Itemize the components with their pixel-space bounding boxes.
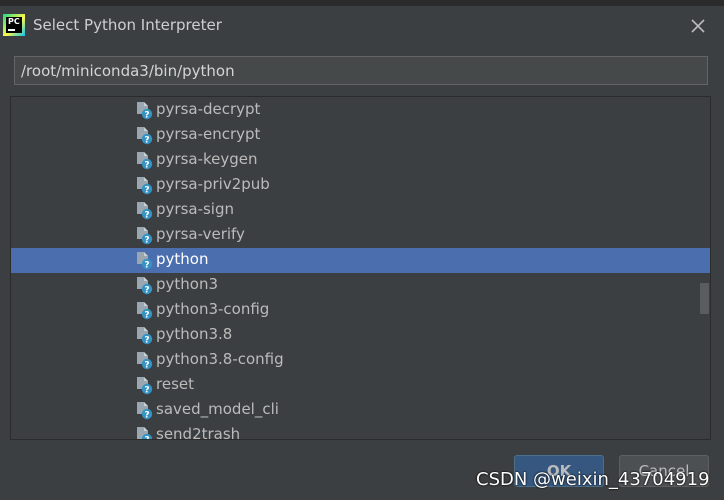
python-file-icon: ? bbox=[135, 401, 153, 421]
tree-item-label: send2trash bbox=[156, 425, 241, 440]
svg-text:?: ? bbox=[144, 336, 149, 346]
tree-item-label: pyrsa-priv2pub bbox=[156, 175, 270, 193]
python-file-icon: ? bbox=[135, 351, 153, 371]
pycharm-logo-icon: PC bbox=[3, 14, 25, 36]
svg-text:?: ? bbox=[144, 161, 149, 171]
tree-item[interactable]: ? python3-config bbox=[11, 298, 710, 323]
python-file-icon: ? bbox=[135, 376, 153, 396]
svg-text:?: ? bbox=[144, 111, 149, 121]
file-tree[interactable]: ? pyrsa-decrypt? pyrsa-encrypt? pyrsa-keyge… bbox=[10, 96, 711, 440]
tree-item[interactable]: ? pyrsa-sign bbox=[11, 198, 710, 223]
tree-item[interactable]: ? python3.8-config bbox=[11, 348, 710, 373]
python-file-icon: ? bbox=[135, 301, 153, 321]
tree-item[interactable]: ? pyrsa-keygen bbox=[11, 148, 710, 173]
tree-item[interactable]: ? reset bbox=[11, 373, 710, 398]
python-file-icon: ? bbox=[135, 176, 153, 196]
svg-text:?: ? bbox=[144, 136, 149, 146]
svg-text:?: ? bbox=[144, 311, 149, 321]
tree-item[interactable]: ? python3 bbox=[11, 273, 710, 298]
svg-text:?: ? bbox=[144, 361, 149, 371]
tree-item-label: pyrsa-encrypt bbox=[156, 125, 261, 143]
svg-text:?: ? bbox=[144, 436, 149, 441]
python-file-icon: ? bbox=[135, 226, 153, 246]
svg-text:?: ? bbox=[144, 211, 149, 221]
svg-text:?: ? bbox=[144, 186, 149, 196]
svg-text:?: ? bbox=[144, 236, 149, 246]
tree-item[interactable]: ? saved_model_cli bbox=[11, 398, 710, 423]
python-file-icon: ? bbox=[135, 426, 153, 441]
tree-item[interactable]: ? pyrsa-encrypt bbox=[11, 123, 710, 148]
path-input[interactable] bbox=[14, 56, 708, 85]
tree-item-label: reset bbox=[156, 375, 194, 393]
tree-item[interactable]: ? pyrsa-verify bbox=[11, 223, 710, 248]
tree-item[interactable]: ? send2trash bbox=[11, 423, 710, 441]
tree-item-label: python3.8-config bbox=[156, 350, 284, 368]
python-file-icon: ? bbox=[135, 101, 153, 121]
tree-item-label: python bbox=[156, 250, 209, 268]
vertical-scrollbar-thumb[interactable] bbox=[700, 283, 709, 314]
tree-item[interactable]: ? python bbox=[11, 248, 710, 273]
tree-item[interactable]: ? pyrsa-decrypt bbox=[11, 98, 710, 123]
dialog-titlebar: PC Select Python Interpreter bbox=[0, 6, 724, 46]
tree-item-label: pyrsa-sign bbox=[156, 200, 234, 218]
python-file-icon: ? bbox=[135, 201, 153, 221]
svg-text:?: ? bbox=[144, 386, 149, 396]
close-icon[interactable] bbox=[688, 16, 708, 36]
tree-item-label: saved_model_cli bbox=[156, 400, 279, 418]
python-file-icon: ? bbox=[135, 276, 153, 296]
python-file-icon: ? bbox=[135, 326, 153, 346]
svg-text:?: ? bbox=[144, 411, 149, 421]
tree-item-label: python3.8 bbox=[156, 325, 233, 343]
tree-item[interactable]: ? python3.8 bbox=[11, 323, 710, 348]
tree-item-label: pyrsa-keygen bbox=[156, 150, 258, 168]
tree-item[interactable]: ? pyrsa-priv2pub bbox=[11, 173, 710, 198]
python-file-icon: ? bbox=[135, 126, 153, 146]
svg-text:?: ? bbox=[144, 286, 149, 296]
tree-item-label: python3 bbox=[156, 275, 219, 293]
python-file-icon: ? bbox=[135, 151, 153, 171]
tree-item-label: pyrsa-decrypt bbox=[156, 100, 261, 118]
python-file-icon: ? bbox=[135, 251, 153, 271]
watermark: CSDN @weixin_43704919 bbox=[476, 469, 710, 490]
tree-item-label: pyrsa-verify bbox=[156, 225, 245, 243]
tree-item-label: python3-config bbox=[156, 300, 270, 318]
dialog-title: Select Python Interpreter bbox=[33, 16, 222, 34]
svg-text:?: ? bbox=[144, 261, 149, 271]
